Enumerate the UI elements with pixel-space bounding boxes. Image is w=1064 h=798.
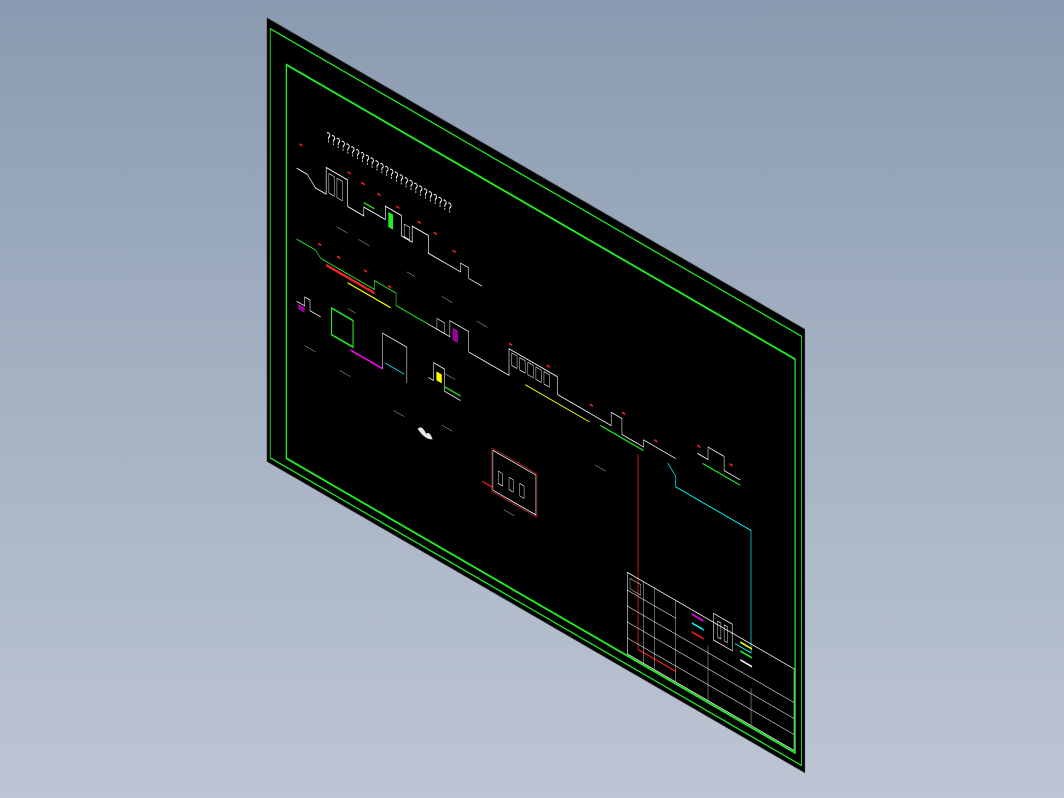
- sheet-background: [266, 17, 806, 774]
- cad-viewport[interactable]: ??????????????????????????: [0, 0, 1064, 798]
- drawing-canvas[interactable]: ??????????????????????????: [0, 0, 1064, 798]
- drawing-sheet: ??????????????????????????: [266, 17, 806, 774]
